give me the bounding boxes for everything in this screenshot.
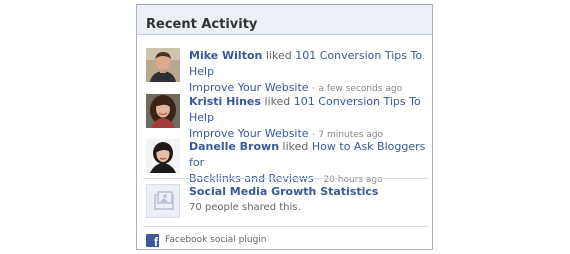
activity-verb: liked [265, 49, 292, 62]
article-link-cont[interactable]: Improve Your Website [189, 81, 309, 94]
activity-item: Mike Wilton liked 101 Conversion Tips To… [146, 48, 426, 94]
activity-story: Mike Wilton liked 101 Conversion Tips To… [189, 48, 429, 97]
page-placeholder-icon[interactable] [146, 184, 180, 218]
actor-link[interactable]: Danelle Brown [189, 140, 279, 153]
activity-story: Kristi Hines liked 101 Conversion Tips T… [189, 94, 429, 143]
activity-story: Danelle Brown liked How to Ask Bloggers … [189, 139, 429, 188]
avatar-kristi-hines[interactable] [146, 94, 180, 128]
share-count: 70 people shared this. [189, 202, 301, 213]
footer-label[interactable]: Facebook social plugin [165, 235, 267, 245]
activity-item: Kristi Hines liked 101 Conversion Tips T… [146, 94, 426, 140]
avatar-mike-wilton[interactable] [146, 48, 180, 82]
activity-verb: liked [282, 140, 309, 153]
recommendation-item: Social Media Growth Statistics 70 people… [146, 184, 426, 218]
recommendation-title[interactable]: Social Media Growth Statistics [189, 184, 429, 200]
recent-activity-plugin: Recent Activity Mike Wilton liked 101 Co… [136, 4, 433, 250]
plugin-header: Recent Activity [137, 5, 432, 35]
section-divider [143, 178, 428, 179]
plugin-title: Recent Activity [146, 17, 258, 32]
actor-link[interactable]: Kristi Hines [189, 95, 261, 108]
actor-link[interactable]: Mike Wilton [189, 49, 262, 62]
avatar-danelle-brown[interactable] [146, 139, 180, 173]
facebook-icon[interactable]: f [146, 233, 159, 247]
timestamp-separator: · [312, 84, 315, 94]
footer-divider [143, 226, 428, 227]
activity-verb: liked [264, 95, 291, 108]
recommendation-body: Social Media Growth Statistics 70 people… [189, 184, 429, 216]
activity-item: Danelle Brown liked How to Ask Bloggers … [146, 139, 426, 185]
plugin-footer: f Facebook social plugin [146, 233, 267, 247]
timestamp: a few seconds ago [318, 84, 403, 94]
